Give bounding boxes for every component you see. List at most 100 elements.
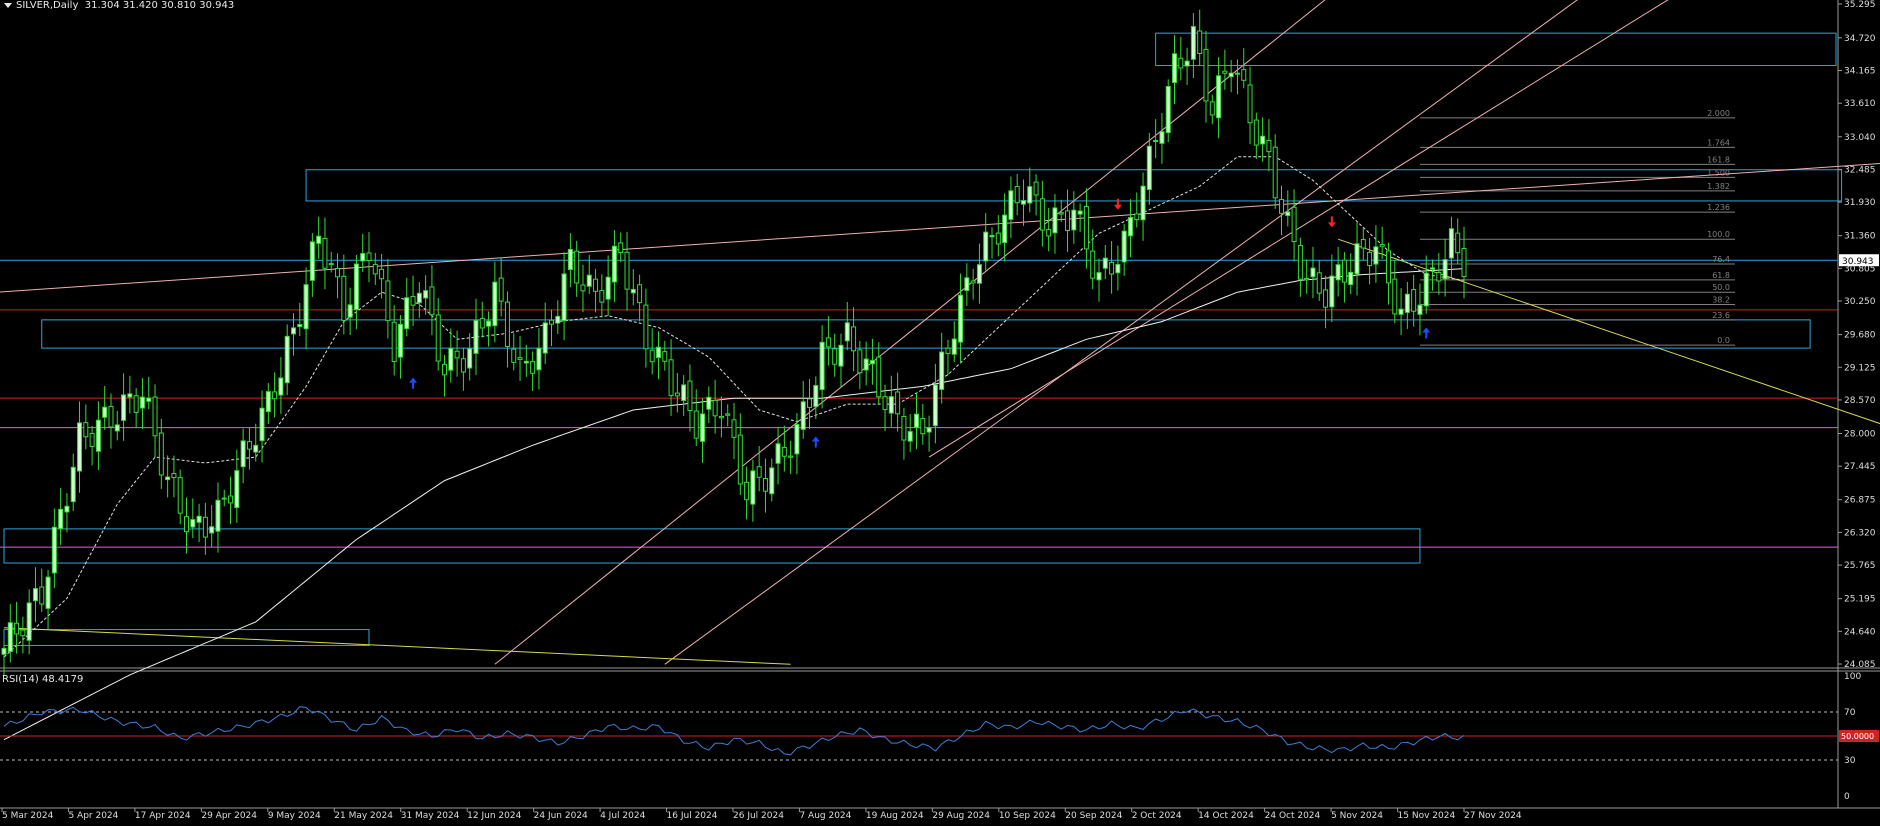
candle-body: [649, 349, 655, 363]
candle-body: [907, 431, 913, 442]
candle-body: [492, 281, 498, 327]
candle-body: [750, 470, 756, 505]
chart-background: [0, 0, 1880, 822]
candle-body: [379, 268, 385, 280]
candle-body: [788, 455, 794, 458]
candle-body: [1222, 70, 1228, 74]
candle-body: [939, 351, 945, 390]
candle-body: [1052, 207, 1058, 234]
candle-body: [14, 622, 20, 635]
candle-body: [410, 295, 416, 306]
candle-body: [718, 415, 724, 419]
candle-body: [920, 418, 926, 435]
candle-body: [593, 278, 599, 292]
candle-body: [1058, 212, 1064, 215]
candle-body: [1297, 244, 1303, 280]
candle-body: [322, 238, 328, 269]
candle-body: [1096, 272, 1102, 281]
candle-body: [328, 263, 334, 266]
candle-body: [297, 324, 303, 328]
candle-body: [706, 396, 712, 410]
time-tick-label: 20 Sep 2024: [1065, 811, 1122, 821]
rsi-tick-label: 30: [1844, 756, 1856, 766]
candle-body: [404, 297, 410, 330]
fib-level-label: 23.6: [1712, 311, 1730, 320]
time-tick-label: 2 Oct 2024: [1132, 811, 1182, 821]
fib-level-label: 1.236: [1707, 203, 1730, 212]
candle-body: [1272, 146, 1278, 199]
candle-body: [1253, 119, 1259, 146]
fib-level-label: 1.764: [1707, 138, 1730, 147]
candle-body: [882, 396, 888, 411]
candle-body: [284, 335, 290, 384]
time-tick-label: 7 Aug 2024: [799, 811, 851, 821]
candle-body: [530, 360, 536, 374]
candle-body: [391, 321, 397, 362]
candle-body: [876, 356, 882, 398]
candle-body: [51, 526, 57, 574]
candle-body: [1260, 135, 1266, 145]
candle-body: [725, 413, 731, 416]
candle-body: [1228, 72, 1234, 78]
candle-body: [1165, 86, 1171, 134]
candle-body: [473, 319, 479, 354]
time-tick-label: 5 Apr 2024: [68, 811, 118, 821]
candle-body: [643, 304, 649, 350]
candle-body: [637, 284, 643, 304]
candle-body: [335, 267, 341, 278]
time-tick-label: 9 May 2024: [268, 811, 321, 821]
candle-body: [416, 292, 422, 304]
candle-body: [1430, 267, 1436, 270]
candle-body: [316, 235, 322, 244]
candle-body: [1027, 186, 1033, 204]
candle-body: [1077, 210, 1083, 215]
candle-body: [429, 286, 435, 316]
candle-body: [914, 413, 919, 428]
candle-body: [221, 497, 227, 500]
candle-body: [1247, 84, 1253, 124]
candle-body: [498, 277, 504, 302]
candle-body: [1033, 181, 1039, 196]
candle-body: [807, 398, 813, 408]
candle-body: [190, 519, 196, 528]
candle-body: [995, 232, 1001, 245]
price-chart[interactable]: 2.000 1.764 161.8 1.500 1.382 1.236 100.0 76.4 6…: [0, 0, 1880, 822]
candle-body: [1134, 213, 1140, 221]
candle-body: [353, 263, 359, 311]
candle-body: [895, 391, 901, 415]
candle-body: [567, 248, 573, 271]
candle-body: [901, 415, 907, 441]
candle-body: [1083, 205, 1089, 250]
price-tick-label: 29.680: [1844, 331, 1876, 341]
candle-body: [586, 274, 592, 287]
candle-body: [549, 319, 554, 325]
candle-body: [958, 294, 964, 343]
time-tick-label: 24 Oct 2024: [1265, 811, 1321, 821]
candle-body: [970, 280, 976, 284]
candle-body: [542, 322, 548, 354]
price-tick-label: 31.360: [1844, 232, 1876, 242]
time-tick-label: 29 Aug 2024: [932, 811, 990, 821]
candle-body: [1146, 145, 1152, 191]
candle-body: [687, 380, 693, 412]
candle-body: [1071, 209, 1077, 231]
candle-body: [467, 348, 473, 369]
time-tick-label: 24 Jun 2024: [534, 811, 588, 821]
candle-body: [341, 275, 347, 321]
candle-body: [756, 466, 762, 478]
collapse-triangle-icon[interactable]: [4, 2, 12, 8]
candle-body: [712, 399, 718, 417]
candle-body: [309, 241, 315, 281]
chart-root: 2.000 1.764 161.8 1.500 1.382 1.236 100.0 76.4 6…: [0, 0, 1880, 822]
candle-body: [1197, 30, 1203, 54]
time-tick-label: 27 Nov 2024: [1464, 811, 1522, 821]
candle-body: [605, 276, 611, 300]
candle-body: [1455, 232, 1461, 254]
candle-body: [561, 273, 567, 322]
candle-body: [983, 231, 989, 262]
price-tick-label: 30.250: [1844, 297, 1876, 307]
candle-body: [700, 413, 706, 442]
candle-body: [1316, 272, 1322, 294]
price-tick-label: 34.720: [1844, 34, 1876, 44]
candle-body: [1323, 289, 1329, 308]
